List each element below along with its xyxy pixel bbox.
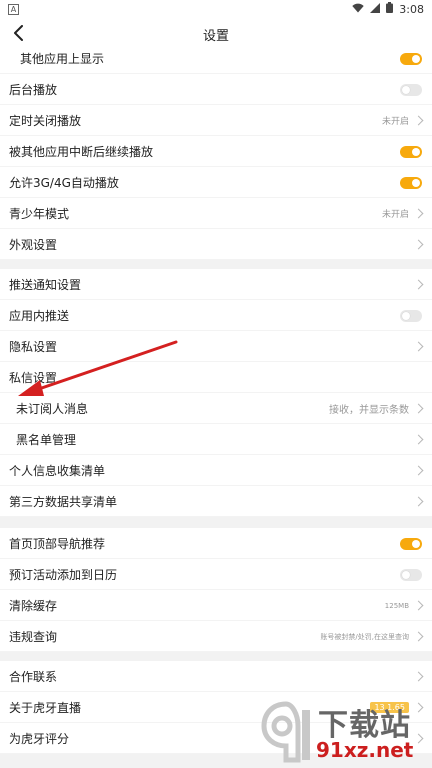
watermark-emblem-icon — [261, 701, 310, 763]
row-label: 首页顶部导航推荐 — [9, 536, 106, 551]
row-label: 关于虎牙直播 — [9, 700, 82, 715]
row-label: 违规查询 — [9, 629, 58, 644]
toggle-in-app-push[interactable] — [400, 309, 422, 322]
toggle-show-over-other-apps[interactable] — [400, 52, 422, 65]
chevron-right-icon — [413, 239, 424, 250]
row-label: 定时关闭播放 — [9, 113, 82, 128]
row-label: 推送通知设置 — [9, 277, 82, 292]
row-unsubscribed-messages[interactable]: 未订阅人消息 接收，并显示条数 — [0, 393, 432, 424]
toggle-calendar-add[interactable] — [400, 568, 422, 581]
row-third-party-sharing[interactable]: 第三方数据共享清单 — [0, 486, 432, 517]
row-label: 后台播放 — [9, 82, 58, 97]
row-label: 未订阅人消息 — [16, 401, 89, 416]
row-label: 隐私设置 — [9, 339, 58, 354]
row-blacklist[interactable]: 黑名单管理 — [0, 424, 432, 455]
status-time: 3:08 — [399, 2, 424, 16]
row-show-over-other-apps[interactable]: 其他应用上显示 — [0, 48, 432, 74]
row-home-nav-recommend[interactable]: 首页顶部导航推荐 — [0, 528, 432, 559]
watermark-text-url: 91xz.net — [316, 738, 414, 762]
chevron-right-icon — [413, 671, 424, 682]
page-title: 设置 — [202, 29, 229, 44]
row-label: 预订活动添加到日历 — [9, 567, 118, 582]
nav-bar: 设置 — [0, 18, 432, 48]
row-mobile-autoplay[interactable]: 允许3G/4G自动播放 — [0, 167, 432, 198]
row-value: 接收，并显示条数 — [329, 405, 409, 416]
row-message-settings-header: 私信设置 — [0, 362, 432, 393]
row-label: 第三方数据共享清单 — [9, 494, 118, 509]
row-value: 账号被封禁/处罚,在这里查询 — [320, 632, 409, 641]
chevron-right-icon — [413, 600, 424, 611]
row-label: 私信设置 — [9, 370, 58, 385]
chevron-right-icon — [413, 403, 424, 414]
chevron-right-icon — [413, 341, 424, 352]
row-violation-query[interactable]: 违规查询 账号被封禁/处罚,在这里查询 — [0, 621, 432, 652]
row-label: 应用内推送 — [9, 308, 70, 323]
row-label: 黑名单管理 — [16, 432, 77, 447]
chevron-right-icon — [413, 631, 424, 642]
chevron-right-icon — [413, 208, 424, 219]
row-resume-after-interrupt[interactable]: 被其他应用中断后继续播放 — [0, 136, 432, 167]
chevron-right-icon — [413, 496, 424, 507]
row-personal-info-list[interactable]: 个人信息收集清单 — [0, 455, 432, 486]
row-label: 其他应用上显示 — [20, 51, 105, 66]
notification-icon: A — [8, 3, 19, 15]
row-label: 清除缓存 — [9, 598, 58, 613]
toggle-resume-after-interrupt[interactable] — [400, 145, 422, 158]
wifi-icon — [352, 3, 364, 16]
toggle-background-play[interactable] — [400, 83, 422, 96]
row-business-contact[interactable]: 合作联系 — [0, 661, 432, 692]
row-label: 外观设置 — [9, 237, 58, 252]
row-push-settings[interactable]: 推送通知设置 — [0, 269, 432, 300]
toggle-home-nav-recommend[interactable] — [400, 537, 422, 550]
status-bar: A 3:08 — [0, 0, 432, 18]
chevron-right-icon — [413, 279, 424, 290]
row-label: 为虎牙评分 — [9, 731, 70, 746]
row-privacy[interactable]: 隐私设置 — [0, 331, 432, 362]
row-clear-cache[interactable]: 清除缓存 125MB — [0, 590, 432, 621]
row-value: 125MB — [384, 601, 409, 610]
chevron-right-icon — [413, 434, 424, 445]
row-label: 被其他应用中断后继续播放 — [9, 144, 154, 159]
row-in-app-push[interactable]: 应用内推送 — [0, 300, 432, 331]
row-label: 允许3G/4G自动播放 — [9, 175, 119, 190]
settings-list[interactable]: 其他应用上显示 后台播放 定时关闭播放 未开启 被其他应用中断后继续播放 允许3… — [0, 48, 432, 768]
chevron-right-icon — [413, 465, 424, 476]
row-calendar-add[interactable]: 预订活动添加到日历 — [0, 559, 432, 590]
row-appearance[interactable]: 外观设置 — [0, 229, 432, 260]
watermark-logo: 下载站 91xz.net — [258, 700, 428, 764]
row-label: 青少年模式 — [9, 206, 70, 221]
row-sleep-timer[interactable]: 定时关闭播放 未开启 — [0, 105, 432, 136]
chevron-right-icon — [413, 115, 424, 126]
battery-icon — [386, 2, 394, 16]
toggle-mobile-autoplay[interactable] — [400, 176, 422, 189]
row-teen-mode[interactable]: 青少年模式 未开启 — [0, 198, 432, 229]
row-label: 个人信息收集清单 — [9, 463, 106, 478]
row-label: 合作联系 — [9, 669, 58, 684]
row-background-play[interactable]: 后台播放 — [0, 74, 432, 105]
signal-icon — [370, 2, 381, 16]
row-value: 未开启 — [381, 117, 409, 127]
row-value: 未开启 — [381, 210, 409, 220]
